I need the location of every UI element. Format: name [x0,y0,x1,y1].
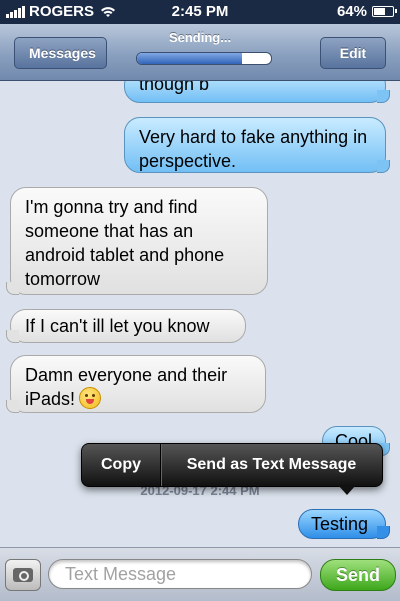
send-as-text-menu-item[interactable]: Send as Text Message [161,444,382,486]
message-text: Testing [311,514,369,534]
camera-button[interactable] [5,559,41,591]
back-button-label: Messages [29,45,96,61]
camera-icon [13,568,33,582]
message-context-menu: Copy Send as Text Message [81,443,383,487]
message-bubble-outgoing[interactable]: though b [124,81,390,103]
battery-icon [372,6,397,17]
message-input-bar: Text Message Send [0,547,400,601]
navigation-bar: Messages Sending... Edit [0,24,400,81]
status-bar: ROGERS 2:45 PM 64% [0,0,400,24]
battery-info: 64% [336,3,397,20]
message-bubble-incoming[interactable]: If I can't ill let you know [6,309,246,343]
battery-percent: 64% [336,3,367,20]
message-text: though b [139,81,210,94]
winking-tongue-face-icon [79,387,102,409]
edit-button[interactable]: Edit [320,37,386,69]
message-text-field[interactable]: Text Message [48,559,312,589]
context-menu-pointer [338,485,356,495]
message-bubble-sending[interactable]: Testing [298,509,390,539]
message-bubble-outgoing[interactable]: Very hard to fake anything in perspectiv… [124,117,390,173]
copy-menu-item[interactable]: Copy [82,444,161,486]
message-text: Damn everyone and their iPads! [25,365,228,409]
send-button[interactable]: Send [320,559,396,591]
message-text: If I can't ill let you know [25,316,210,336]
message-text: I'm gonna try and find someone that has … [25,197,225,289]
sending-progress-bar [136,52,272,65]
message-text: Very hard to fake anything in perspectiv… [139,127,368,171]
progress-fill [137,53,242,64]
message-bubble-incoming[interactable]: Damn everyone and their iPads! [6,355,266,413]
message-bubble-incoming[interactable]: I'm gonna try and find someone that has … [6,187,268,295]
